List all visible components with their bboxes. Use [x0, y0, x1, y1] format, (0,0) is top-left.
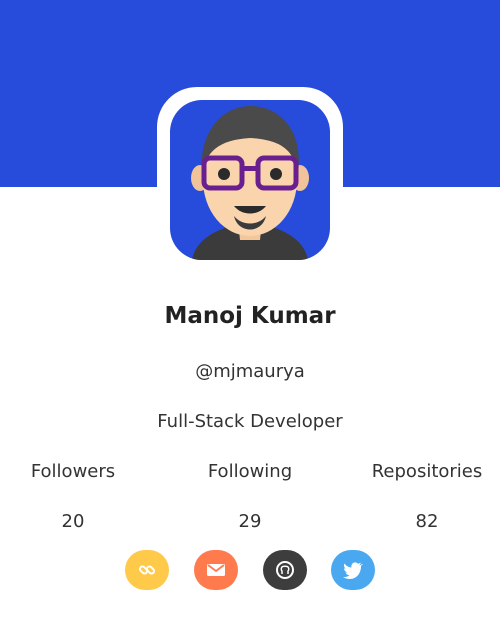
stat-repositories-value: 82 — [415, 511, 439, 532]
link-button[interactable] — [125, 550, 169, 590]
github-icon — [276, 561, 294, 579]
email-button[interactable] — [194, 550, 238, 590]
profile-card: Manoj Kumar @mjmaurya Full-Stack Develop… — [0, 0, 500, 635]
stat-repositories-label: Repositories — [371, 461, 483, 482]
avatar-frame — [157, 87, 343, 273]
stat-followers-label: Followers — [30, 461, 116, 482]
stat-following-value: 29 — [238, 511, 262, 532]
twitter-icon — [343, 561, 363, 579]
social-links — [0, 550, 500, 590]
mail-icon — [206, 562, 226, 578]
link-icon — [138, 561, 156, 579]
profile-name: Manoj Kumar — [164, 303, 336, 329]
stat-followers-value: 20 — [61, 511, 85, 532]
github-button[interactable] — [263, 550, 307, 590]
twitter-button[interactable] — [331, 550, 375, 590]
profile-role: Full-Stack Developer — [157, 411, 343, 432]
profile-handle: @mjmaurya — [195, 361, 305, 382]
stat-following-label: Following — [207, 461, 293, 482]
avatar — [170, 100, 330, 260]
